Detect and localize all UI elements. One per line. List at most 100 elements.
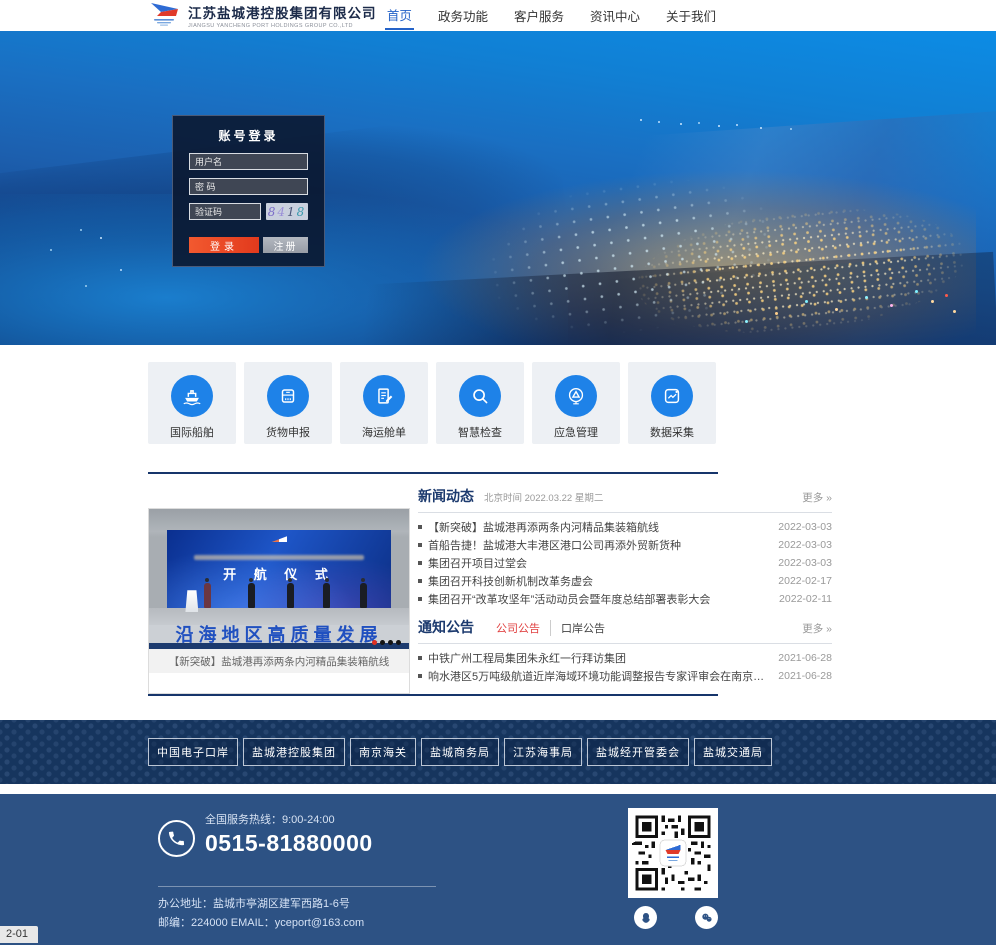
nav-item[interactable]: 关于我们 xyxy=(664,2,718,29)
section-divider-top xyxy=(148,472,718,474)
partner-link[interactable]: 中国电子口岸 xyxy=(148,738,238,766)
ceremony-figure xyxy=(204,583,211,608)
ceremony-figure xyxy=(287,583,294,608)
bullet-icon xyxy=(418,656,422,660)
nav-item[interactable]: 资讯中心 xyxy=(588,2,642,29)
captcha-image[interactable]: 8418 xyxy=(266,203,308,220)
news-more-link[interactable]: 更多 » xyxy=(802,490,832,505)
notice-tabs: 公司公告 口岸公告 xyxy=(486,620,615,636)
notice-list-item[interactable]: 响水港区5万吨级航道近岸海域环境功能调整报告专家评审会在南京顺利召开 2021-… xyxy=(418,667,832,685)
service-card-cargo-declaration[interactable]: 货物申报 xyxy=(244,362,332,444)
news-list-item[interactable]: 首船告捷！盐城港大丰港区港口公司再添外贸新货种 2022-03-03 xyxy=(418,536,832,554)
qr-code xyxy=(628,808,718,898)
manifest-icon xyxy=(363,375,405,417)
notices-heading-row: 通知公告 公司公告 口岸公告 更多 » xyxy=(418,617,832,644)
notice-tab[interactable]: 口岸公告 xyxy=(550,620,615,636)
nav-item[interactable]: 政务功能 xyxy=(436,2,490,29)
news-datetime: 北京时间 2022.03.22 星期二 xyxy=(484,490,603,504)
service-label: 智慧检查 xyxy=(436,424,524,440)
bullet-icon xyxy=(418,543,422,547)
hotline-phone-number: 0515-81880000 xyxy=(205,830,373,857)
nav-item[interactable]: 首页 xyxy=(385,1,414,30)
service-label: 货物申报 xyxy=(244,424,332,440)
ship-icon xyxy=(171,375,213,417)
carousel-dots xyxy=(372,640,401,645)
carousel-dot[interactable] xyxy=(372,640,377,645)
bullet-icon xyxy=(418,579,422,583)
status-bar-link-preview: 2-01 xyxy=(0,926,38,943)
phone-icon xyxy=(158,820,195,857)
news-list: 【新突破】盐城港再添两条内河精品集装箱航线 2022-03-03 首船告捷！盐城… xyxy=(418,518,832,608)
hero-horizon-lights xyxy=(640,119,642,121)
slide-bottom-edge xyxy=(149,643,409,649)
bullet-icon xyxy=(418,674,422,678)
login-title: 账号登录 xyxy=(189,127,308,144)
cargo-icon xyxy=(267,375,309,417)
notice-list-item[interactable]: 中铁广州工程局集团朱永红一行拜访集团 2021-06-28 xyxy=(418,649,832,667)
hero-banner: 账号登录 8418 登录 注册 xyxy=(0,31,996,345)
slide-heading: 开 航 仪 式 xyxy=(167,564,391,583)
wechat-icon[interactable] xyxy=(695,906,718,929)
ceremony-podium xyxy=(185,590,198,612)
carousel-dot[interactable] xyxy=(396,640,401,645)
site-footer: 全国服务热线：9:00-24:00 0515-81880000 办公地址：盐城市… xyxy=(0,794,996,945)
login-button[interactable]: 登录 xyxy=(189,237,259,253)
section-divider-bottom xyxy=(148,694,718,696)
captcha-digit: 8 xyxy=(297,205,307,219)
service-label: 国际船舶 xyxy=(148,424,236,440)
ceremony-figure xyxy=(248,583,255,608)
notices-list: 中铁广州工程局集团朱永红一行拜访集团 2021-06-28 响水港区5万吨级航道… xyxy=(418,649,832,685)
register-button[interactable]: 注册 xyxy=(263,237,308,253)
partner-link[interactable]: 盐城港控股集团 xyxy=(243,738,345,766)
partner-links-band: 中国电子口岸 盐城港控股集团 南京海关 盐城商务局 江苏海事局 盐城经开管委会 … xyxy=(0,720,996,784)
backdrop-logo-icon xyxy=(271,536,287,542)
footer-divider xyxy=(158,886,436,887)
emergency-icon xyxy=(555,375,597,417)
username-input[interactable] xyxy=(189,153,308,170)
password-input[interactable] xyxy=(189,178,308,195)
company-logo[interactable]: 江苏盐城港控股集团有限公司 JIANGSU YANCHENG PORT HOLD… xyxy=(148,0,377,31)
hero-accent-lights xyxy=(945,294,948,297)
partner-link[interactable]: 盐城交通局 xyxy=(694,738,772,766)
news-title: 新闻动态 xyxy=(418,486,474,506)
partner-link[interactable]: 江苏海事局 xyxy=(504,738,582,766)
hotline-label: 全国服务热线：9:00-24:00 xyxy=(205,811,373,827)
ceremony-figure xyxy=(323,583,330,608)
social-icons-row xyxy=(634,906,718,929)
partner-link[interactable]: 盐城经开管委会 xyxy=(587,738,689,766)
carousel-dot[interactable] xyxy=(380,640,385,645)
carousel-caption[interactable]: 【新突破】盐城港再添两条内河精品集装箱航线 xyxy=(149,649,409,673)
partner-link[interactable]: 南京海关 xyxy=(350,738,416,766)
login-panel: 账号登录 8418 登录 注册 xyxy=(172,115,325,267)
service-card-international-ships[interactable]: 国际船舶 xyxy=(148,362,236,444)
captcha-input[interactable] xyxy=(189,203,261,220)
news-heading-row: 新闻动态 北京时间 2022.03.22 星期二 更多 » xyxy=(418,486,832,513)
notices-more-link[interactable]: 更多 » xyxy=(802,621,832,636)
service-card-sea-manifest[interactable]: 海运舱单 xyxy=(340,362,428,444)
site-header: 江苏盐城港控股集团有限公司 JIANGSU YANCHENG PORT HOLD… xyxy=(0,0,996,31)
qq-icon[interactable] xyxy=(634,906,657,929)
logo-title: 江苏盐城港控股集团有限公司 xyxy=(188,2,377,22)
carousel-dot[interactable] xyxy=(388,640,393,645)
news-list-item[interactable]: 【新突破】盐城港再添两条内河精品集装箱航线 2022-03-03 xyxy=(418,518,832,536)
notice-tab[interactable]: 公司公告 xyxy=(486,620,550,636)
main-nav: 首页 政务功能 客户服务 资讯中心 关于我们 xyxy=(385,1,718,30)
data-icon xyxy=(651,375,693,417)
service-label: 海运舱单 xyxy=(340,424,428,440)
service-card-emergency-management[interactable]: 应急管理 xyxy=(532,362,620,444)
news-list-item[interactable]: 集团召开科技创新机制改革务虚会 2022-02-17 xyxy=(418,572,832,590)
captcha-digit: 8 xyxy=(268,205,278,219)
bullet-icon xyxy=(418,525,422,529)
nav-item[interactable]: 客户服务 xyxy=(512,2,566,29)
service-card-smart-inspection[interactable]: 智慧检查 xyxy=(436,362,524,444)
notices-title: 通知公告 xyxy=(418,617,474,637)
partner-links-row: 中国电子口岸 盐城港控股集团 南京海关 盐城商务局 江苏海事局 盐城经开管委会 … xyxy=(148,720,718,784)
ceremony-backdrop: 开 航 仪 式 xyxy=(167,530,391,608)
office-address: 办公地址：盐城市亭湖区建军西路1-6号 xyxy=(158,895,364,914)
service-card-data-collection[interactable]: 数据采集 xyxy=(628,362,716,444)
news-list-item[interactable]: 集团召开“改革攻坚年”活动动员会暨年度总结部署表彰大会 2022-02-11 xyxy=(418,590,832,608)
captcha-digit: 4 xyxy=(277,205,287,219)
partner-link[interactable]: 盐城商务局 xyxy=(421,738,499,766)
news-list-item[interactable]: 集团召开项目过堂会 2022-03-03 xyxy=(418,554,832,572)
news-carousel[interactable]: 开 航 仪 式 沿海地区高质量发展 xyxy=(148,508,410,694)
